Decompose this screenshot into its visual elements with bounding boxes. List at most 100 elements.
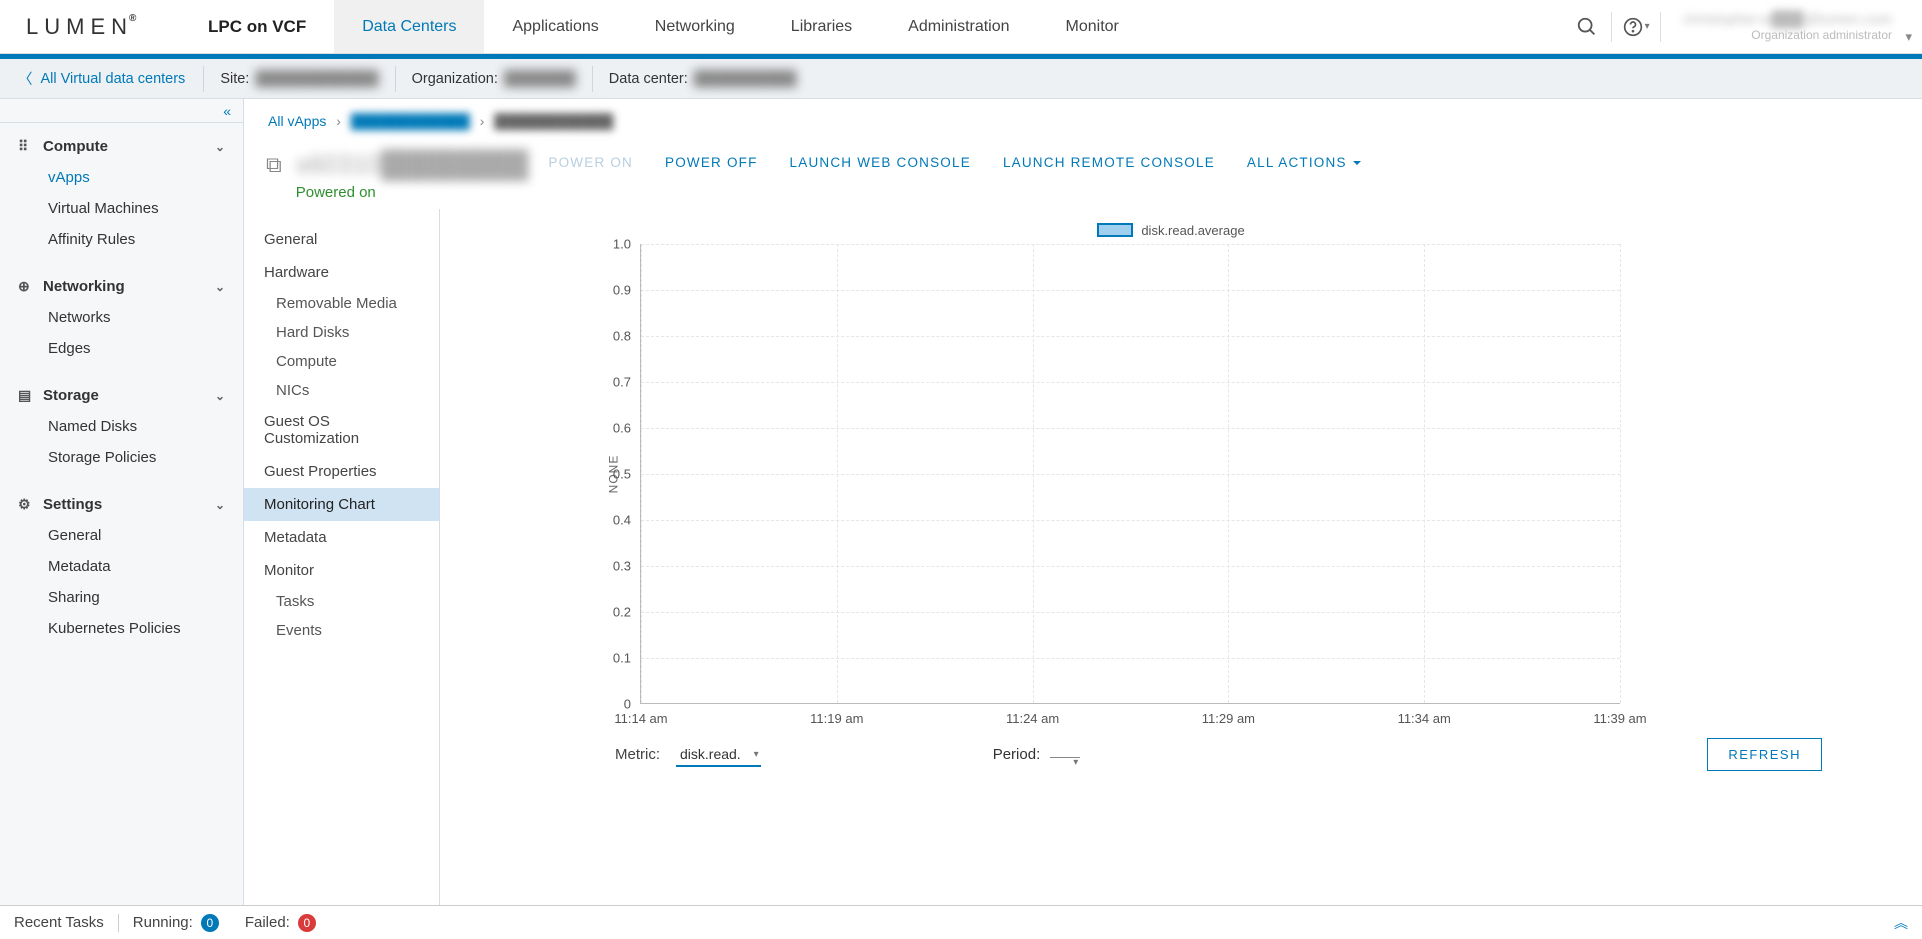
gridline <box>641 658 1620 659</box>
chart-legend: disk.read.average <box>460 219 1882 244</box>
main-nav: Data CentersApplicationsNetworkingLibrar… <box>334 0 1147 53</box>
chevron-left-icon: 〈 <box>18 68 33 89</box>
gridline <box>641 428 1620 429</box>
action-power-on: POWER ON <box>548 155 633 170</box>
detail-nav-tasks[interactable]: Tasks <box>244 587 439 616</box>
detail-nav-nics[interactable]: NICs <box>244 376 439 405</box>
sidebar-item-edges[interactable]: Edges <box>0 333 243 364</box>
detail-nav-guest-properties[interactable]: Guest Properties <box>244 455 439 488</box>
body: « ⠿Compute⌄vAppsVirtual MachinesAffinity… <box>0 99 1922 905</box>
detail-nav-removable-media[interactable]: Removable Media <box>244 289 439 318</box>
collapse-sidebar-icon[interactable]: « <box>223 103 231 119</box>
top-bar: LUMEN® LPC on VCF Data CentersApplicatio… <box>0 0 1922 54</box>
user-menu[interactable]: christopher.w███@lumen.com Organization … <box>1661 11 1922 42</box>
y-tick: 0.1 <box>613 651 641 666</box>
sidebar-item-kubernetes-policies[interactable]: Kubernetes Policies <box>0 613 243 644</box>
detail-nav-monitoring-chart[interactable]: Monitoring Chart <box>244 488 439 521</box>
sidebar-group-settings[interactable]: ⚙Settings⌄ <box>0 489 243 520</box>
x-tick: 11:19 am <box>810 703 863 726</box>
divider <box>118 914 119 932</box>
tab-monitor[interactable]: Monitor <box>1038 0 1147 53</box>
search-icon[interactable] <box>1563 0 1611 53</box>
vgridline <box>1228 244 1229 703</box>
vgridline <box>1033 244 1034 703</box>
running-label: Running: <box>133 914 193 931</box>
gridline <box>641 290 1620 291</box>
vapp-icon: ⧉ <box>266 149 282 178</box>
y-tick: 0.3 <box>613 559 641 574</box>
user-role: Organization administrator <box>1751 28 1892 42</box>
brand-logo: LUMEN® <box>0 14 200 40</box>
sidebar-item-vapps[interactable]: vApps <box>0 162 243 193</box>
footer-bar: Recent Tasks Running: 0 Failed: 0 ︽ <box>0 905 1922 939</box>
sidebar-item-networks[interactable]: Networks <box>0 302 243 333</box>
period-group: Period: ▾ <box>993 746 1081 763</box>
breadcrumb-mid[interactable]: ████████████ <box>351 113 470 129</box>
sidebar-item-general[interactable]: General <box>0 520 243 551</box>
action-launch-web-console[interactable]: LAUNCH WEB CONSOLE <box>790 155 971 170</box>
detail-nav-compute[interactable]: Compute <box>244 347 439 376</box>
storage-icon: ▤ <box>18 387 34 404</box>
vm-title-box: ⧉ s60310████████ Powered on <box>266 149 528 201</box>
gridline <box>641 520 1620 521</box>
gridline <box>641 566 1620 567</box>
running-badge: 0 <box>201 914 219 932</box>
sidebar-group-networking[interactable]: ⊕Networking⌄ <box>0 271 243 302</box>
expand-footer-icon[interactable]: ︽ <box>1894 913 1908 933</box>
detail-nav-hard-disks[interactable]: Hard Disks <box>244 318 439 347</box>
vgridline <box>1424 244 1425 703</box>
breadcrumb-leaf: ████████████ <box>494 113 613 129</box>
y-tick: 0.6 <box>613 421 641 436</box>
x-tick: 11:39 am <box>1593 703 1646 726</box>
chevron-down-icon: ⌄ <box>215 498 225 512</box>
vm-title: s60310████████ <box>296 149 529 180</box>
tab-networking[interactable]: Networking <box>627 0 763 53</box>
action-power-off[interactable]: POWER OFF <box>665 155 758 170</box>
metric-select[interactable]: disk.read. ▾ <box>676 743 761 767</box>
tab-data-centers[interactable]: Data Centers <box>334 0 484 53</box>
back-link[interactable]: 〈 All Virtual data centers <box>18 68 203 89</box>
chevron-down-icon: ▾ <box>1905 29 1912 45</box>
breadcrumb-root[interactable]: All vApps <box>268 113 326 129</box>
x-tick: 11:24 am <box>1006 703 1059 726</box>
sidebar-item-named-disks[interactable]: Named Disks <box>0 411 243 442</box>
breadcrumb: All vApps › ████████████ › ████████████ <box>244 99 1922 135</box>
detail-nav: GeneralHardwareRemovable MediaHard Disks… <box>244 209 440 905</box>
refresh-button[interactable]: REFRESH <box>1707 738 1822 771</box>
detail-nav-general[interactable]: General <box>244 223 439 256</box>
vm-actions: POWER ON POWER OFF LAUNCH WEB CONSOLE LAUNC… <box>548 149 1360 170</box>
recent-tasks-label[interactable]: Recent Tasks <box>14 914 104 931</box>
tab-administration[interactable]: Administration <box>880 0 1037 53</box>
chevron-down-icon: ⌄ <box>215 140 225 154</box>
period-select[interactable]: ▾ <box>1050 751 1080 758</box>
gridline <box>641 474 1620 475</box>
action-all-actions[interactable]: ALL ACTIONS <box>1247 155 1361 170</box>
detail-nav-guest-os-customization[interactable]: Guest OS Customization <box>244 405 439 455</box>
legend-swatch <box>1097 223 1133 237</box>
chevron-right-icon: › <box>474 113 491 129</box>
detail-nav-events[interactable]: Events <box>244 616 439 645</box>
sidebar-item-storage-policies[interactable]: Storage Policies <box>0 442 243 473</box>
sidebar-group-compute[interactable]: ⠿Compute⌄ <box>0 131 243 162</box>
detail-nav-metadata[interactable]: Metadata <box>244 521 439 554</box>
tab-libraries[interactable]: Libraries <box>763 0 880 53</box>
chart-controls: Metric: disk.read. ▾ Period: ▾ REFRESH <box>460 704 1882 771</box>
y-tick: 0.4 <box>613 513 641 528</box>
tab-applications[interactable]: Applications <box>484 0 626 53</box>
help-icon[interactable]: ▾ <box>1612 0 1660 53</box>
gridline <box>641 612 1620 613</box>
topbar-right: ▾ christopher.w███@lumen.com Organizatio… <box>1563 0 1922 53</box>
settings-icon: ⚙ <box>18 496 34 513</box>
action-launch-remote-console[interactable]: LAUNCH REMOTE CONSOLE <box>1003 155 1215 170</box>
metric-value: disk.read. <box>680 746 741 762</box>
sidebar-group-storage[interactable]: ▤Storage⌄ <box>0 380 243 411</box>
sidebar-item-metadata[interactable]: Metadata <box>0 551 243 582</box>
gridline <box>641 244 1620 245</box>
chart-pane: disk.read.average NONE 00.10.20.30.40.50… <box>440 209 1922 905</box>
sidebar-item-affinity-rules[interactable]: Affinity Rules <box>0 224 243 255</box>
detail-nav-hardware[interactable]: Hardware <box>244 256 439 289</box>
sidebar-item-sharing[interactable]: Sharing <box>0 582 243 613</box>
period-label: Period: <box>993 746 1041 763</box>
detail-nav-monitor[interactable]: Monitor <box>244 554 439 587</box>
sidebar-item-virtual-machines[interactable]: Virtual Machines <box>0 193 243 224</box>
